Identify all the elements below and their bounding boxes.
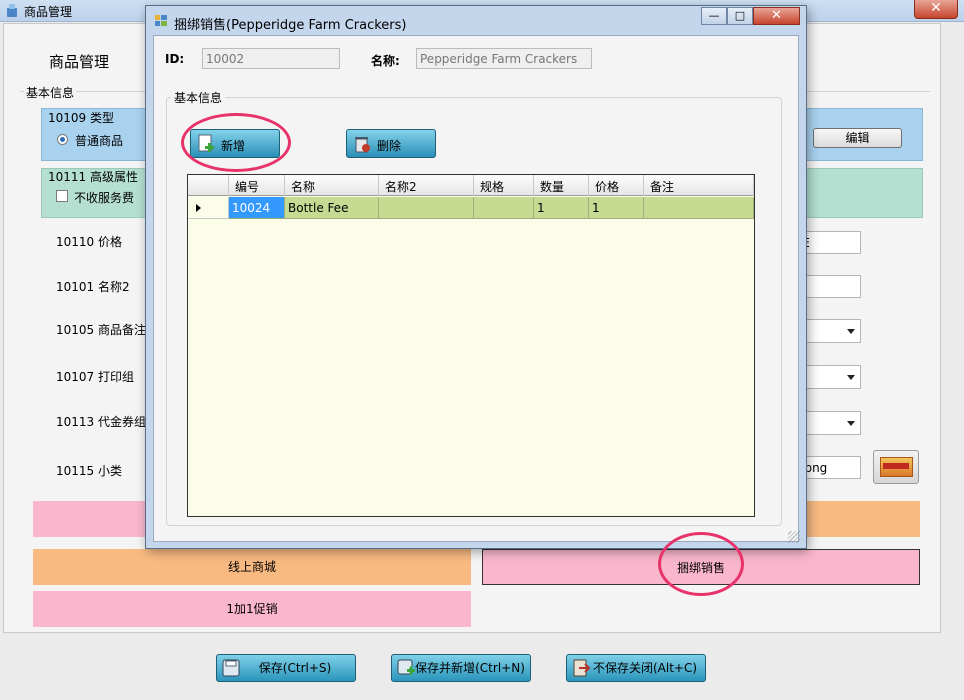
column-header-price[interactable]: 价格 — [589, 175, 644, 196]
cell-qty[interactable]: 1 — [534, 197, 589, 219]
page-title: 商品管理 — [49, 53, 110, 71]
grid-header: 编号 名称 名称2 规格 数量 价格 备注 — [188, 175, 754, 196]
maximize-button[interactable]: □ — [727, 7, 753, 25]
dialog-app-icon — [155, 15, 167, 26]
current-row-indicator-icon — [196, 204, 201, 212]
online-mall-button[interactable]: 线上商城 — [33, 549, 471, 585]
column-header-name2[interactable]: 名称2 — [379, 175, 474, 196]
advanced-section-label: 10111 高级属性 — [48, 170, 138, 184]
cell-price[interactable]: 1 — [589, 197, 644, 219]
bundle-sale-button[interactable]: 捆绑销售 — [482, 549, 920, 585]
main-window-title: 商品管理 — [24, 5, 73, 19]
cell-name[interactable]: Bottle Fee — [285, 197, 379, 219]
type-section-label: 10109 类型 — [48, 111, 114, 125]
product-remark-label: 10105 商品备注 — [56, 323, 146, 337]
minimize-icon: — — [708, 9, 720, 22]
delete-label: 删除 — [377, 139, 402, 153]
close-icon: ✕ — [771, 8, 782, 23]
chevron-down-icon — [847, 375, 855, 380]
column-header-spec[interactable]: 规格 — [474, 175, 534, 196]
save-and-new-label: 保存并新增(Ctrl+N) — [415, 661, 525, 675]
row-header[interactable] — [188, 197, 229, 219]
chevron-down-icon — [847, 421, 855, 426]
name-label: 名称: — [371, 54, 400, 68]
resize-grip[interactable] — [788, 531, 800, 543]
column-header-code[interactable]: 编号 — [229, 175, 285, 196]
subcategory-label: 10115 小类 — [56, 464, 122, 478]
app-icon — [7, 4, 17, 17]
voucher-group-label: 10113 代金券组 — [56, 415, 146, 429]
main-close-button[interactable]: ✕ — [914, 0, 958, 19]
name2-label: 10101 名称2 — [56, 280, 130, 294]
dialog-title: 捆绑销售(Pepperidge Farm Crackers) — [174, 18, 407, 33]
buy-one-get-one-button[interactable]: 1加1促销 — [33, 591, 471, 627]
maximize-icon: □ — [734, 9, 746, 22]
id-label: ID: — [165, 52, 185, 66]
column-header-remark[interactable]: 备注 — [644, 175, 754, 196]
delete-button[interactable]: 删除 — [346, 129, 436, 158]
close-without-save-label: 不保存关闭(Alt+C) — [592, 661, 698, 675]
cell-code[interactable]: 10024 — [229, 197, 285, 219]
edit-button[interactable]: 编辑 — [813, 128, 902, 148]
product-image-button[interactable] — [873, 450, 919, 484]
add-label: 新增 — [221, 139, 246, 153]
cell-remark[interactable] — [644, 197, 754, 219]
add-button[interactable]: 新增 — [190, 129, 280, 158]
save-button[interactable]: 保存(Ctrl+S) — [216, 654, 356, 682]
close-icon: ✕ — [930, 0, 942, 16]
cell-spec[interactable] — [474, 197, 534, 219]
no-service-fee-label: 不收服务费 — [74, 191, 135, 205]
normal-product-radio[interactable] — [57, 134, 68, 145]
grid-corner — [188, 175, 229, 196]
save-and-new-button[interactable]: 保存并新增(Ctrl+N) — [391, 654, 531, 682]
chevron-down-icon — [847, 329, 855, 334]
basic-info-label: 基本信息 — [24, 84, 77, 101]
save-label: 保存(Ctrl+S) — [258, 661, 332, 675]
column-header-name[interactable]: 名称 — [285, 175, 379, 196]
print-group-label: 10107 打印组 — [56, 370, 134, 384]
dialog-close-button[interactable]: ✕ — [753, 7, 800, 25]
no-service-fee-checkbox[interactable] — [56, 190, 68, 202]
column-header-qty[interactable]: 数量 — [534, 175, 589, 196]
table-row[interactable]: 10024 Bottle Fee 1 1 — [188, 197, 754, 219]
name-field[interactable]: Pepperidge Farm Crackers — [416, 48, 592, 69]
delete-icon — [355, 137, 370, 153]
bundle-items-grid[interactable]: 编号 名称 名称2 规格 数量 价格 备注 10024 Bottle Fee 1… — [187, 174, 755, 517]
normal-product-label: 普通商品 — [75, 134, 124, 148]
add-icon — [198, 134, 214, 152]
price-label: 10110 价格 — [56, 235, 122, 249]
cell-name2[interactable] — [379, 197, 474, 219]
minimize-button[interactable]: — — [701, 7, 727, 25]
close-without-save-button[interactable]: 不保存关闭(Alt+C) — [566, 654, 706, 682]
group-label: 基本信息 — [171, 89, 226, 106]
id-field[interactable]: 10002 — [202, 48, 340, 69]
